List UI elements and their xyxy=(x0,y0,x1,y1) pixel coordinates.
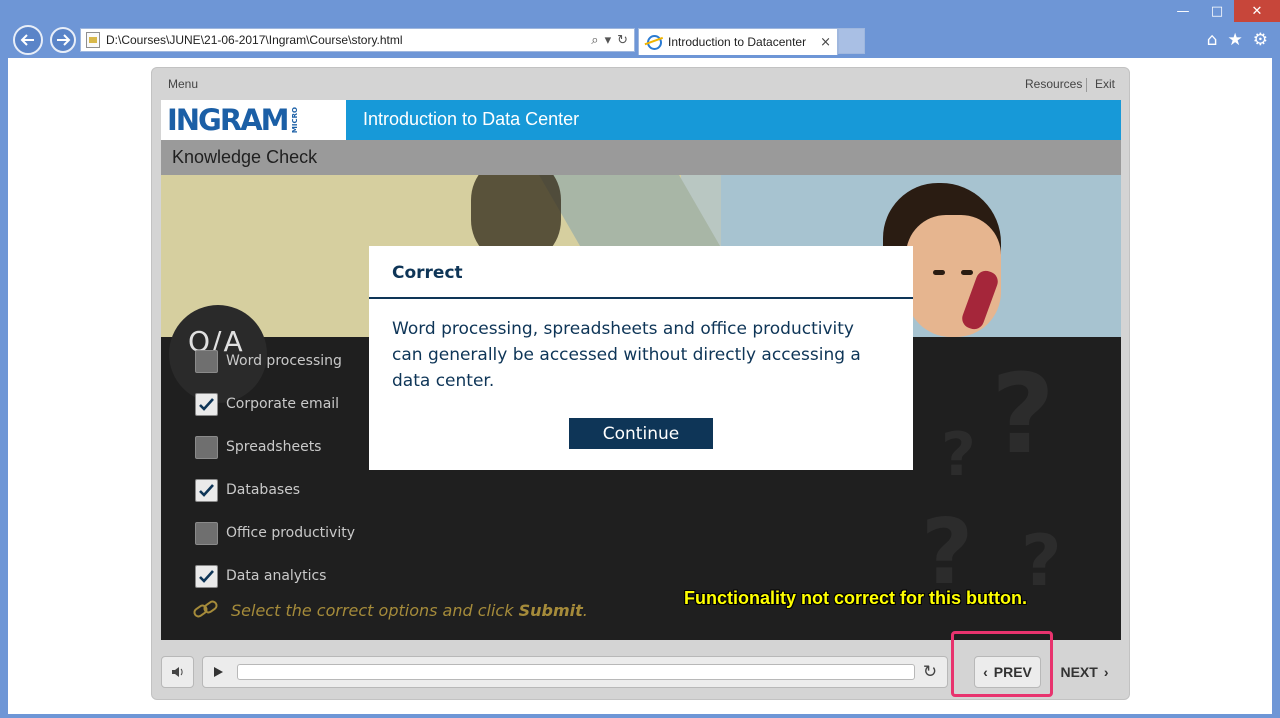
minimize-button[interactable]: — xyxy=(1166,0,1200,22)
seek-slider[interactable] xyxy=(237,664,915,680)
ingram-logo: INGRAM MICRO xyxy=(161,100,346,140)
resources-link[interactable]: Resources xyxy=(1025,77,1082,91)
replay-icon: ↻ xyxy=(922,662,938,682)
refresh-icon[interactable]: ↻ xyxy=(617,33,628,48)
section-bar: Knowledge Check xyxy=(161,140,1121,175)
modal-title: Correct xyxy=(392,263,463,283)
feedback-modal: Correct Word processing, spreadsheets an… xyxy=(369,246,913,470)
home-icon[interactable]: ⌂ xyxy=(1207,30,1218,50)
instruction: Select the correct options and click Sub… xyxy=(191,598,588,620)
option-label: Data analytics xyxy=(226,568,327,584)
search-icon[interactable]: ⌕ xyxy=(591,33,598,48)
new-tab-button[interactable] xyxy=(838,28,865,54)
next-button[interactable]: NEXT › xyxy=(1049,656,1120,688)
option-word-processing[interactable]: Word processing xyxy=(195,349,342,373)
logo-text: INGRAM xyxy=(167,103,289,137)
window-frame-right xyxy=(1272,58,1280,718)
logo-subtext: MICRO xyxy=(290,106,299,134)
back-button[interactable] xyxy=(13,25,43,55)
back-arrow-icon xyxy=(20,34,34,46)
modal-body: Word processing, spreadsheets and office… xyxy=(392,319,861,391)
option-corporate-email[interactable]: Corporate email xyxy=(195,392,339,416)
modal-divider xyxy=(369,297,913,299)
replay-button[interactable]: ↻ xyxy=(915,662,945,682)
section-title: Knowledge Check xyxy=(172,147,318,167)
review-annotation: Functionality not correct for this butto… xyxy=(684,588,1027,608)
forward-arrow-icon xyxy=(57,34,71,46)
mouse-click-icon xyxy=(191,598,221,620)
exit-link[interactable]: Exit xyxy=(1095,77,1115,91)
maximize-button[interactable]: □ xyxy=(1200,0,1234,22)
course-player: Menu Resources Exit INGRAM MICRO Introdu… xyxy=(151,67,1130,700)
review-highlight-box xyxy=(951,631,1053,697)
topbar-divider xyxy=(1086,78,1087,92)
option-office-productivity[interactable]: Office productivity xyxy=(195,521,355,545)
option-label: Spreadsheets xyxy=(226,439,322,455)
checkbox-checked[interactable] xyxy=(195,392,218,416)
option-spreadsheets[interactable]: Spreadsheets xyxy=(195,435,321,459)
chevron-right-icon: › xyxy=(1103,664,1109,680)
internet-explorer-icon xyxy=(647,34,662,50)
play-icon xyxy=(214,667,223,677)
option-label: Office productivity xyxy=(226,525,356,541)
checkbox-unchecked[interactable] xyxy=(195,349,218,373)
checkmark-icon xyxy=(199,483,214,497)
option-data-analytics[interactable]: Data analytics xyxy=(195,564,326,588)
window-frame-left xyxy=(0,58,8,718)
checkbox-unchecked[interactable] xyxy=(195,435,218,459)
dropdown-icon[interactable]: ▾ xyxy=(605,33,612,48)
character-eye xyxy=(961,270,973,275)
checkmark-icon xyxy=(199,397,214,411)
forward-button[interactable] xyxy=(50,27,76,53)
question-mark-decoration: ? xyxy=(1021,520,1062,602)
page-file-icon xyxy=(86,32,100,48)
checkmark-icon xyxy=(199,569,214,583)
option-label: Databases xyxy=(226,482,301,498)
question-mark-decoration: ? xyxy=(991,350,1055,478)
checkbox-checked[interactable] xyxy=(195,478,218,502)
option-label: Corporate email xyxy=(226,396,340,412)
window-close-button[interactable]: ✕ xyxy=(1234,0,1280,22)
menu-link[interactable]: Menu xyxy=(168,77,198,91)
question-mark-decoration: ? xyxy=(941,420,976,490)
speaker-icon xyxy=(171,667,183,677)
playback-bar: ↻ xyxy=(202,656,948,688)
browser-tab[interactable]: Introduction to Datacenter × xyxy=(638,28,838,55)
window-frame-bottom xyxy=(0,714,1280,718)
tab-close-icon[interactable]: × xyxy=(820,35,831,50)
volume-button[interactable] xyxy=(161,656,194,688)
continue-button[interactable]: Continue xyxy=(569,418,713,449)
next-label: NEXT xyxy=(1060,664,1098,680)
course-header: INGRAM MICRO Introduction to Data Center xyxy=(161,100,1121,140)
address-url[interactable]: D:\Courses\JUNE\21-06-2017\Ingram\Course… xyxy=(106,33,591,47)
slide-canvas: INGRAM MICRO Introduction to Data Center… xyxy=(161,100,1121,640)
option-label: Word processing xyxy=(226,353,342,369)
address-bar[interactable]: D:\Courses\JUNE\21-06-2017\Ingram\Course… xyxy=(80,28,635,52)
checkbox-unchecked[interactable] xyxy=(195,521,218,545)
instruction-text: Select the correct options and click Sub… xyxy=(231,600,588,620)
tab-title: Introduction to Datacenter xyxy=(668,35,807,49)
play-button[interactable] xyxy=(203,656,233,688)
course-title: Introduction to Data Center xyxy=(363,109,580,129)
checkbox-checked[interactable] xyxy=(195,564,218,588)
character-eye xyxy=(933,270,945,275)
settings-gear-icon[interactable]: ⚙ xyxy=(1253,30,1268,50)
option-databases[interactable]: Databases xyxy=(195,478,300,502)
favorites-star-icon[interactable]: ★ xyxy=(1228,30,1243,50)
